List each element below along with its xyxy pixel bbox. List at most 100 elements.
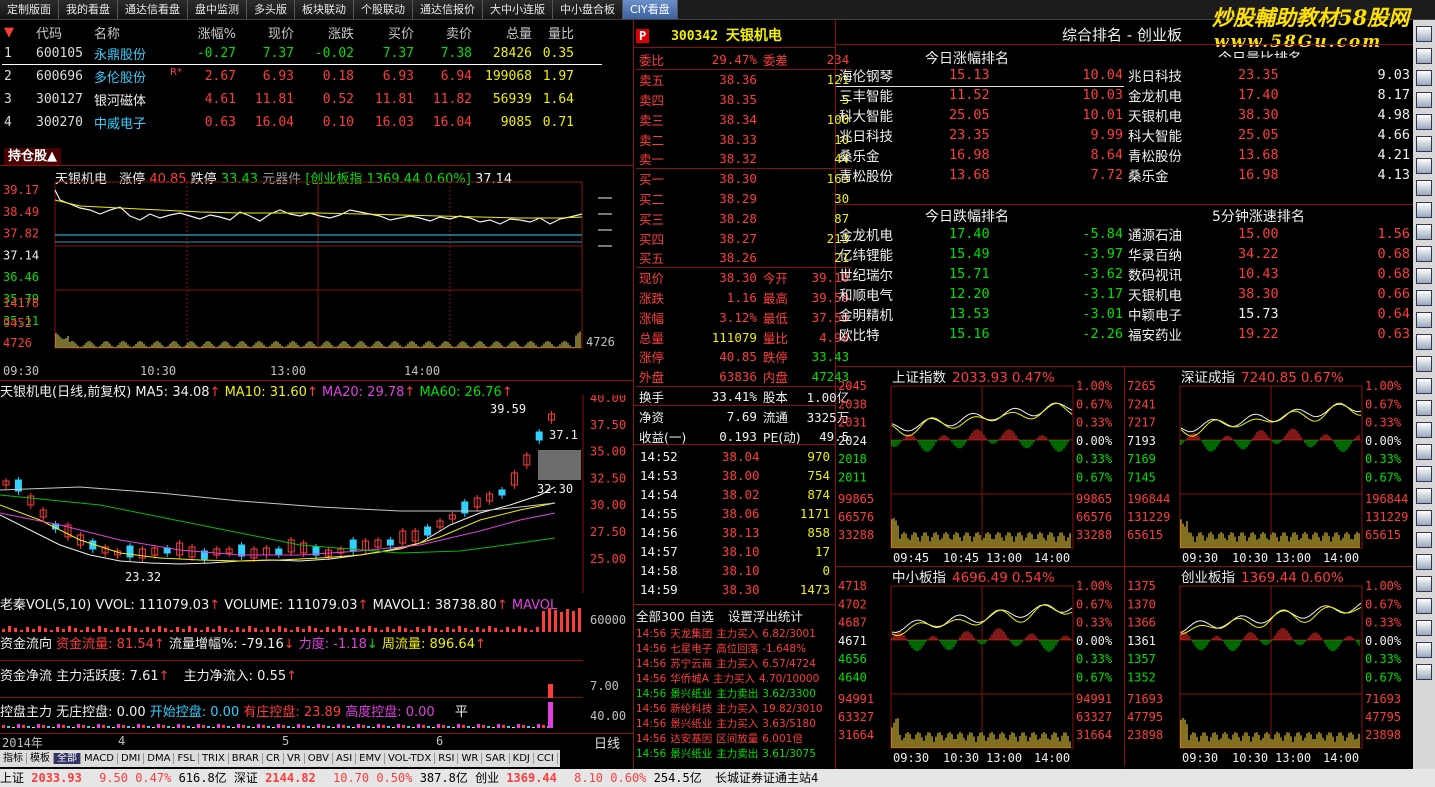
toolbar-icon[interactable]	[1416, 334, 1432, 350]
rank-row[interactable]: 通源石油 15.00 1.56	[1125, 224, 1413, 244]
layout-tab[interactable]: CIY看盘	[623, 0, 678, 19]
feed-tab[interactable]: 全部300	[636, 609, 685, 624]
toolbar-icon[interactable]	[1416, 510, 1432, 526]
bid-row[interactable]: 买五 38.26 21	[636, 248, 853, 268]
rank-row[interactable]: 和顺电气 12.20 -3.17	[836, 284, 1126, 304]
rank-row[interactable]: 桑乐金 16.98 8.64	[836, 145, 1126, 165]
order-book-row[interactable]: 涨停 40.85 跌停 33.43	[636, 347, 852, 367]
feed-tab[interactable]: 设置浮出统计	[728, 609, 803, 624]
layout-tab[interactable]: 通达信报价	[413, 0, 483, 19]
layout-tab[interactable]: 大中小连版	[483, 0, 553, 19]
tick-row[interactable]: 14:59 38.30 1473	[636, 580, 834, 599]
column-header[interactable]: 涨跌	[300, 22, 360, 42]
feed-item[interactable]: 14:56 景兴纸业 主力买入 3.63/5180	[636, 717, 834, 732]
layout-tab[interactable]: 通达信看盘	[118, 0, 188, 19]
rank-row[interactable]: 世纪瑞尔 15.71 -3.62	[836, 264, 1126, 284]
toolbar-icon[interactable]	[1416, 598, 1432, 614]
watchlist-row[interactable]: 4 300270 中威电子 0.63 16.04 0.10 16.03 16.04 9085 0.…	[4, 111, 580, 134]
index-chart[interactable]: 中小板指 4696.49 0.54% 4718 4702 4687 4671 4656 4640…	[836, 568, 1124, 766]
watchlist-row[interactable]: 2 600696 多伦股份 R* 2.67 6.93 0.18 6.93 6.94 199068 1…	[4, 65, 580, 88]
toolbar-icon[interactable]	[1416, 48, 1432, 64]
indicator-tab[interactable]: BRAR	[228, 753, 263, 764]
down-rank-list[interactable]: 金龙机电 17.40 -5.84 亿纬锂能 15.49 -3.97 世纪瑞尔 15.71 -3.…	[836, 224, 1126, 344]
feed-item[interactable]: 14:56 华侨城A 主力买入 4.70/10000	[636, 672, 834, 687]
toolbar-icon[interactable]	[1416, 114, 1432, 130]
speed-rank-list[interactable]: 通源石油 15.00 1.56 华录百纳 34.22 0.68 数码视讯 10.43 0.68 天…	[1125, 224, 1413, 344]
rank-row[interactable]: 金龙机电 17.40 -5.84	[836, 224, 1126, 244]
order-book-row[interactable]: 净资 7.69 流通 3325万	[636, 406, 852, 426]
indicator-tab[interactable]: CR	[263, 753, 284, 764]
sort-icon[interactable]: ▼	[4, 22, 36, 42]
tick-list[interactable]: 14:52 38.04 970 14:53 38.00 754 14:54 38.02 874 1…	[636, 447, 834, 599]
watchlist-row[interactable]: 1 600105 永鼎股份 -0.27 7.37 -0.02 7.37 7.38 28426 0.…	[4, 42, 580, 65]
rank-row[interactable]: 福安药业 19.22 0.63	[1125, 324, 1413, 344]
rank-row[interactable]: 桑乐金 16.98 4.13	[1125, 165, 1413, 185]
layout-tab[interactable]: 多头版	[247, 0, 295, 19]
rank-row[interactable]: 青松股份 13.68 7.72	[836, 165, 1126, 185]
indicator-tab[interactable]: FSL	[174, 753, 199, 764]
rank-row[interactable]: 中颖电子 15.73 0.64	[1125, 304, 1413, 324]
tick-row[interactable]: 14:52 38.04 970	[636, 447, 834, 466]
toolbar-icon[interactable]	[1416, 312, 1432, 328]
feed-item[interactable]: 14:56 达安基因 区间放量 6.001倍	[636, 732, 834, 747]
watchlist-row[interactable]: 3 300127 银河磁体 4.61 11.81 0.52 11.81 11.82 56939 1…	[4, 88, 580, 111]
layout-tab[interactable]: 盘中监测	[188, 0, 247, 19]
bid-row[interactable]: 买三 38.28 87	[636, 208, 852, 228]
order-book-row[interactable]: 委比 29.47% 委差 234	[636, 50, 853, 70]
toolbar-icon[interactable]	[1416, 620, 1432, 636]
column-header[interactable]: 卖价	[420, 22, 478, 42]
toolbar-icon[interactable]	[1416, 136, 1432, 152]
order-book-row[interactable]: 涨幅 3.12% 最低 37.55	[636, 307, 852, 327]
indicator-tab[interactable]: TRIX	[198, 753, 229, 764]
toolbar-icon[interactable]	[1416, 378, 1432, 394]
toolbar-icon[interactable]	[1416, 92, 1432, 108]
indicator-tab[interactable]: 模板	[27, 753, 54, 764]
kline-chart[interactable]: 40.00 37.50 35.00 32.50 30.00 27.50 25.00 37.1…	[0, 395, 633, 595]
column-header[interactable]: 量比	[538, 22, 580, 42]
indicator-tab[interactable]: EMV	[356, 753, 385, 764]
rank-row[interactable]: 数码视讯 10.43 0.68	[1125, 264, 1413, 284]
ask-row[interactable]: 卖五 38.36 121	[636, 70, 852, 90]
index-chart[interactable]: 上证指数 2033.93 0.47% 2045 2038 2031 2024 2018 2011…	[836, 368, 1124, 566]
toolbar-icon[interactable]	[1416, 268, 1432, 284]
toolbar-icon[interactable]	[1416, 422, 1432, 438]
index-chart[interactable]: 深证成指 7240.85 0.67% 7265 7241 7217 7193 7169 7145…	[1125, 368, 1413, 566]
toolbar-icon[interactable]	[1416, 444, 1432, 460]
order-book-row[interactable]: 换手 33.41% 股本 1.00亿	[636, 387, 852, 407]
toolbar-icon[interactable]	[1416, 576, 1432, 592]
feed-item[interactable]: 14:56 天龙集团 主力买入 6.82/3001	[636, 627, 834, 642]
rank-row[interactable]: 天银机电 38.30 0.66	[1125, 284, 1413, 304]
column-header[interactable]: 代码	[36, 22, 94, 42]
toolbar-icon[interactable]	[1416, 224, 1432, 240]
toolbar-icon[interactable]	[1416, 554, 1432, 570]
indicator-tab[interactable]: 指标	[0, 753, 27, 764]
tick-row[interactable]: 14:57 38.10 17	[636, 542, 834, 561]
toolbar-icon[interactable]	[1416, 180, 1432, 196]
toolbar-icon[interactable]	[1416, 488, 1432, 504]
ask-row[interactable]: 卖三 38.34 100	[636, 109, 852, 129]
column-header[interactable]: 买价	[360, 22, 420, 42]
toolbar-icon[interactable]	[1416, 356, 1432, 372]
tick-row[interactable]: 14:58 38.10 0	[636, 561, 834, 580]
toolbar-icon[interactable]	[1416, 642, 1432, 658]
feed-item[interactable]: 14:56 景兴纸业 主力卖出 3.62/3300	[636, 687, 834, 702]
column-header[interactable]: 名称	[94, 22, 178, 42]
tick-row[interactable]: 14:54 38.02 874	[636, 485, 834, 504]
rank-row[interactable]: 科大智能 25.05 10.01	[836, 105, 1126, 125]
indicator-tab[interactable]: 全部	[54, 753, 81, 764]
toolbar-icon[interactable]	[1416, 202, 1432, 218]
feed-item[interactable]: 14:56 景兴纸业 主力卖出 3.61/3075	[636, 747, 834, 762]
rank-row[interactable]: 兆日科技 23.35 9.03	[1125, 65, 1413, 85]
toolbar-icon[interactable]	[1416, 466, 1432, 482]
indicator-tab[interactable]: MACD	[81, 753, 118, 764]
indicator-tab[interactable]: ASI	[333, 753, 357, 764]
layout-tab[interactable]: 我的看盘	[59, 0, 118, 19]
indicator-tab[interactable]: KDJ	[509, 753, 534, 764]
indicator-tab[interactable]: DMA	[144, 753, 175, 764]
column-header[interactable]: 涨幅%	[178, 22, 242, 42]
index-chart[interactable]: 创业板指 1369.44 0.60% 1375 1370 1366 1361 1357 1352…	[1125, 568, 1413, 766]
alert-feed[interactable]: 14:56 天龙集团 主力买入 6.82/3001 14:56 七星电子 高位回落 -1.64…	[636, 627, 834, 762]
tick-row[interactable]: 14:53 38.00 754	[636, 466, 834, 485]
order-book-row[interactable]: 收益(一) 0.193 PE(动) 49.5	[636, 426, 852, 446]
indicator-tab[interactable]: RSI	[435, 753, 459, 764]
